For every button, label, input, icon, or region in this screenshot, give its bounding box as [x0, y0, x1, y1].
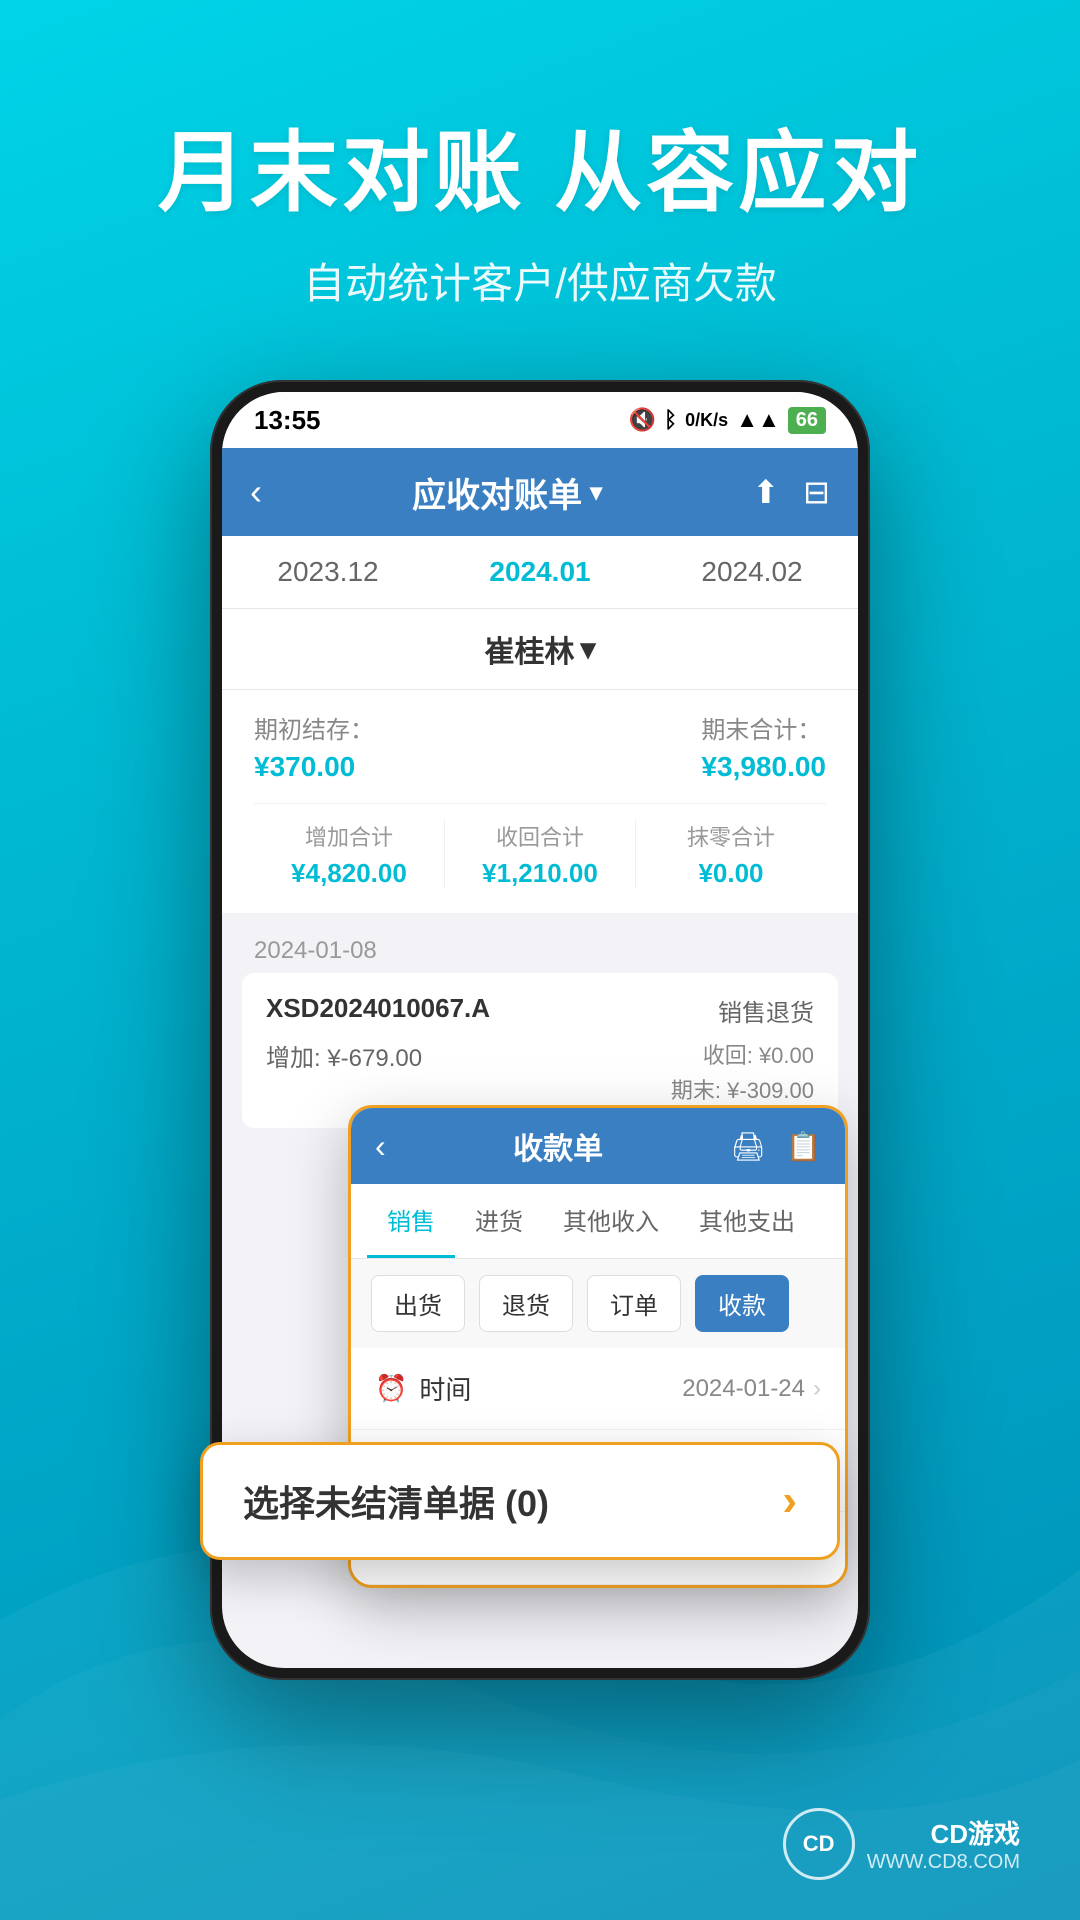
closing-value: ¥3,980.00: [701, 751, 826, 782]
main-nav-bar: ‹ 应收对账单 ▾ ⬆ ⊟: [222, 448, 858, 536]
order-button[interactable]: 订单: [587, 1275, 681, 1332]
overlay-nav-actions: 🖨 📋: [731, 1130, 821, 1163]
hero-section: 月末对账 从容应对 自动统计客户/供应商欠款: [0, 0, 1080, 311]
status-bar: 13:55 🔇 ᛒ 0/K/s ▲▲ 66: [222, 392, 858, 448]
transaction-header-row: XSD2024010067.A 销售退货: [266, 993, 814, 1028]
clock-icon: ⏰: [375, 1373, 407, 1404]
nav-actions: ⬆ ⊟: [752, 473, 830, 511]
time-label: 时间: [419, 1370, 471, 1407]
bluetooth-icon: ᛒ: [664, 407, 677, 433]
opening-label: 期初结存：: [254, 710, 374, 745]
hero-title: 月末对账 从容应对: [0, 120, 1080, 226]
nav-title-dropdown-icon[interactable]: ▾: [590, 478, 602, 507]
wifi-icon: ▲▲: [736, 407, 780, 433]
month-tab-1[interactable]: 2024.01: [489, 556, 590, 588]
overlay-sub-tabs: 销售 进货 其他收入 其他支出: [351, 1184, 845, 1259]
stat-increase-label: 增加合计: [254, 820, 444, 852]
outgoing-button[interactable]: 出货: [371, 1275, 465, 1332]
stat-increase-value: ¥4,820.00: [254, 858, 444, 889]
transaction-recovery: 收回: ¥0.00: [671, 1038, 814, 1073]
closing-label: 期末合计：: [701, 710, 826, 745]
transaction-details: 增加: ¥-679.00 收回: ¥0.00 期末: ¥-309.00: [266, 1038, 814, 1108]
stat-recovery-label: 收回合计: [445, 820, 635, 852]
overlay-back-button[interactable]: ‹: [375, 1128, 386, 1165]
time-row-right: 2024-01-24 ›: [682, 1375, 821, 1403]
customer-dropdown-icon: ▾: [580, 632, 595, 667]
time-row-left: ⏰ 时间: [375, 1370, 471, 1407]
sub-tab-expense[interactable]: 其他支出: [679, 1184, 815, 1258]
mute-icon: 🔇: [629, 407, 656, 433]
stat-rounding-label: 抹零合计: [636, 820, 826, 852]
stat-recovery-value: ¥1,210.00: [445, 858, 635, 889]
cd-text-group: CD游戏 WWW.CD8.COM: [867, 1814, 1020, 1874]
cd-url-text: WWW.CD8.COM: [867, 1851, 1020, 1874]
transaction-period-end: 期末: ¥-309.00: [671, 1073, 814, 1108]
transaction-right-details: 收回: ¥0.00 期末: ¥-309.00: [671, 1038, 814, 1108]
select-pending-arrow-icon: ›: [782, 1476, 797, 1526]
battery-icon: 66: [788, 407, 826, 434]
summary-row-opening-closing: 期初结存： ¥370.00 期末合计： ¥3,980.00: [254, 710, 826, 783]
status-time: 13:55: [254, 405, 321, 436]
cd-symbol: CD: [803, 1831, 835, 1857]
select-pending-text: 选择未结清单据 (0): [243, 1475, 549, 1527]
overlay-title: 收款单: [513, 1124, 603, 1168]
customer-selector[interactable]: 崔桂林 ▾: [222, 609, 858, 690]
sub-tab-purchase[interactable]: 进货: [455, 1184, 543, 1258]
month-tabs: 2023.12 2024.01 2024.02: [222, 536, 858, 609]
transaction-type: 销售退货: [718, 993, 814, 1028]
stat-recovery: 收回合计 ¥1,210.00: [445, 820, 636, 889]
nav-title-group: 应收对账单 ▾: [412, 468, 602, 517]
summary-section: 期初结存： ¥370.00 期末合计： ¥3,980.00 增加合计 ¥4,82…: [222, 690, 858, 921]
select-pending-card[interactable]: 选择未结清单据 (0) ›: [200, 1442, 840, 1560]
status-icons: 🔇 ᛒ 0/K/s ▲▲ 66: [629, 407, 826, 434]
action-buttons-row: 出货 退货 订单 收款: [351, 1259, 845, 1348]
cd-logo-circle: CD: [783, 1808, 855, 1880]
overlay-print-button[interactable]: 🖨: [731, 1130, 767, 1163]
transaction-id: XSD2024010067.A: [266, 993, 490, 1024]
signal-text: 0/K/s: [685, 410, 728, 431]
stat-increase: 增加合计 ¥4,820.00: [254, 820, 445, 889]
back-button[interactable]: ‹: [250, 471, 262, 513]
overlay-nav-bar: ‹ 收款单 🖨 📋: [351, 1108, 845, 1184]
time-value: 2024-01-24: [682, 1375, 805, 1403]
sub-tab-income[interactable]: 其他收入: [543, 1184, 679, 1258]
closing-balance: 期末合计： ¥3,980.00: [701, 710, 826, 783]
customer-name-text: 崔桂林: [484, 627, 574, 671]
month-tab-2[interactable]: 2024.02: [701, 556, 802, 588]
time-form-row[interactable]: ⏰ 时间 2024-01-24 ›: [351, 1348, 845, 1430]
date-group: 2024-01-08: [222, 921, 858, 973]
hero-subtitle: 自动统计客户/供应商欠款: [0, 250, 1080, 311]
cd-brand-name: CD游戏: [867, 1814, 1020, 1851]
opening-value: ¥370.00: [254, 751, 355, 782]
cd-logo: CD CD游戏 WWW.CD8.COM: [783, 1808, 1020, 1880]
summary-stats-row: 增加合计 ¥4,820.00 收回合计 ¥1,210.00 抹零合计 ¥0.00: [254, 803, 826, 889]
sub-tab-sales[interactable]: 销售: [367, 1184, 455, 1258]
overlay-calendar-button[interactable]: 📋: [786, 1130, 821, 1163]
opening-balance: 期初结存： ¥370.00: [254, 710, 374, 783]
share-button[interactable]: ⬆: [752, 473, 779, 511]
customer-name: 崔桂林 ▾: [484, 627, 595, 671]
time-row-arrow-icon: ›: [813, 1375, 821, 1403]
return-button[interactable]: 退货: [479, 1275, 573, 1332]
payment-button[interactable]: 收款: [695, 1275, 789, 1332]
filter-button[interactable]: ⊟: [803, 473, 830, 511]
month-tab-0[interactable]: 2023.12: [277, 556, 378, 588]
stat-rounding-value: ¥0.00: [636, 858, 826, 889]
phone-mockup: 13:55 🔇 ᛒ 0/K/s ▲▲ 66 ‹ 应收对账单 ▾ ⬆: [210, 380, 870, 1580]
nav-title-text: 应收对账单: [412, 468, 582, 517]
stat-rounding: 抹零合计 ¥0.00: [636, 820, 826, 889]
transaction-increase: 增加: ¥-679.00: [266, 1038, 422, 1108]
